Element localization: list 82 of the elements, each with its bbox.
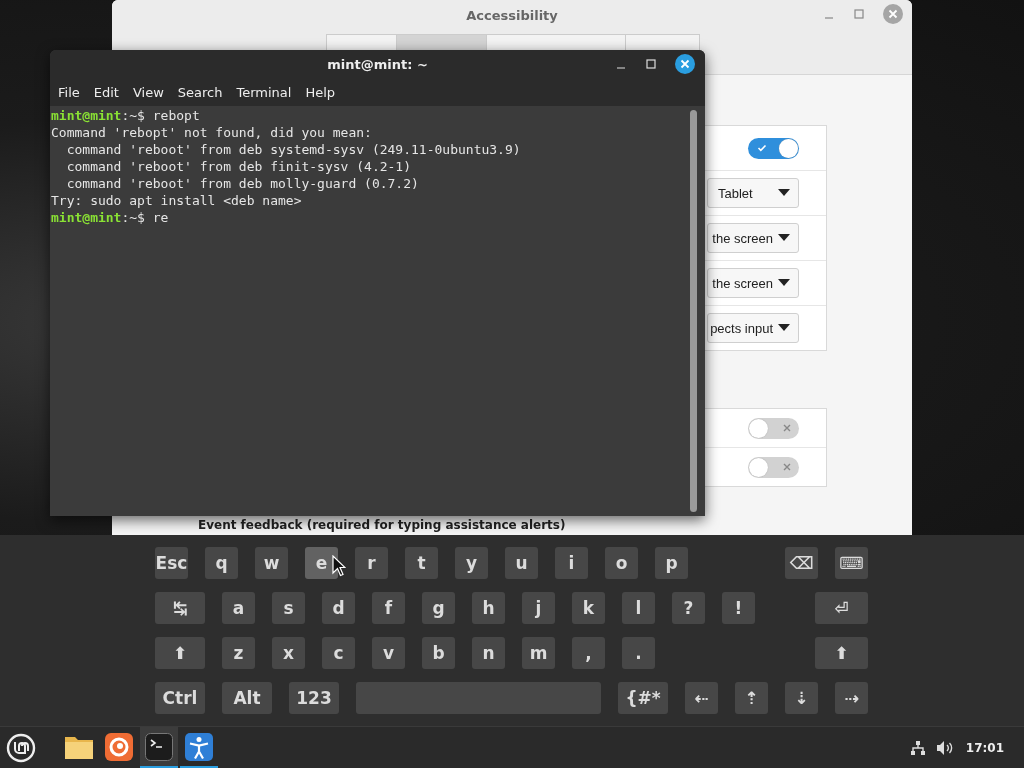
key[interactable]: c [322, 637, 355, 670]
toggle-switch[interactable] [748, 417, 799, 439]
menu-item[interactable]: Edit [86, 84, 126, 100]
key[interactable]: p [655, 547, 688, 580]
dropdown[interactable]: Tablet [707, 178, 799, 208]
key[interactable]: w [255, 547, 288, 580]
key[interactable]: z [222, 637, 255, 670]
key[interactable]: n [472, 637, 505, 670]
key[interactable]: , [572, 637, 605, 670]
network-icon[interactable] [909, 739, 926, 756]
key[interactable]: ⇣ [785, 682, 818, 715]
window-title: Accessibility [466, 7, 558, 23]
key[interactable]: ⌫ [785, 547, 818, 580]
key[interactable]: a [222, 592, 255, 625]
key[interactable]: v [372, 637, 405, 670]
terminal-line: command 'reboot' from deb molly-guard (0.7.2) [65, 176, 419, 191]
key[interactable]: k [572, 592, 605, 625]
key[interactable]: ⬆ [815, 637, 868, 670]
caret-icon [778, 234, 790, 242]
key[interactable]: b [422, 637, 455, 670]
terminal-line: mint@mint:~$ re [51, 210, 169, 225]
caret-icon [778, 279, 790, 287]
menu-item[interactable]: View [125, 84, 171, 100]
dropdown[interactable]: the screen [707, 223, 799, 253]
key[interactable]: y [455, 547, 488, 580]
close-icon[interactable] [675, 54, 695, 74]
key[interactable]: j [522, 592, 555, 625]
check-icon [757, 142, 767, 153]
terminal-line: command 'reboot' from deb finit-sysv (4.2-1) [65, 159, 412, 174]
clock[interactable]: 17:01 [965, 740, 1004, 755]
toggle-switch[interactable] [748, 456, 799, 478]
key[interactable]: ⌨ [835, 547, 868, 580]
key[interactable]: ⇢ [835, 682, 868, 715]
logo-icon[interactable] [6, 732, 36, 763]
dropdown[interactable]: the screen [707, 268, 799, 298]
key[interactable]: t [405, 547, 438, 580]
terminal-launcher[interactable] [140, 727, 178, 768]
volume-icon[interactable] [935, 739, 954, 756]
terminal-line: mint@mint:~$ rebopt [51, 108, 200, 123]
key[interactable]: u [505, 547, 538, 580]
pointer-icon [332, 555, 346, 578]
terminal-line: Try: sudo apt install <deb name> [51, 193, 302, 208]
key[interactable]: q [205, 547, 238, 580]
key[interactable]: ! [722, 592, 755, 625]
section-heading: Event feedback (required for typing assistance alerts) [198, 518, 566, 532]
key[interactable]: o [605, 547, 638, 580]
caret-icon [778, 189, 790, 197]
key[interactable]: 123 [289, 682, 339, 715]
caret-icon [778, 324, 790, 332]
menu-item[interactable]: Search [170, 84, 230, 100]
key[interactable]: f [372, 592, 405, 625]
cross-icon [782, 422, 792, 433]
key[interactable]: m [522, 637, 555, 670]
key[interactable]: r [355, 547, 388, 580]
terminal-line: Command 'rebopt' not found, did you mean: [51, 125, 372, 140]
key[interactable]: Ctrl [155, 682, 205, 715]
key[interactable]: g [422, 592, 455, 625]
key[interactable]: ↹ [155, 592, 205, 625]
key[interactable]: ⬆ [155, 637, 205, 670]
dropdown[interactable]: pects input [707, 313, 799, 343]
menu-item[interactable]: File [51, 84, 87, 100]
window-title: mint@mint: ~ [327, 56, 428, 72]
menu-item[interactable]: Help [298, 84, 343, 100]
key[interactable]: Esc [155, 547, 188, 580]
scrollbar[interactable] [690, 110, 697, 512]
key[interactable]: s [272, 592, 305, 625]
terminal-line: command 'reboot' from deb systemd-sysv (249.11-0ubuntu3.9) [65, 142, 521, 157]
key[interactable]: ⇡ [735, 682, 768, 715]
menu-item[interactable]: Terminal [229, 84, 299, 100]
key[interactable]: {#* [618, 682, 668, 715]
key[interactable]: d [322, 592, 355, 625]
key[interactable]: Alt [222, 682, 272, 715]
key[interactable]: . [622, 637, 655, 670]
key[interactable]: l [622, 592, 655, 625]
cross-icon [782, 461, 792, 472]
key[interactable]: ? [672, 592, 705, 625]
key[interactable]: ⇠ [685, 682, 718, 715]
key[interactable]: h [472, 592, 505, 625]
toggle-switch[interactable] [748, 137, 799, 159]
key[interactable]: ⏎ [815, 592, 868, 625]
key[interactable]: x [272, 637, 305, 670]
key[interactable]: i [555, 547, 588, 580]
